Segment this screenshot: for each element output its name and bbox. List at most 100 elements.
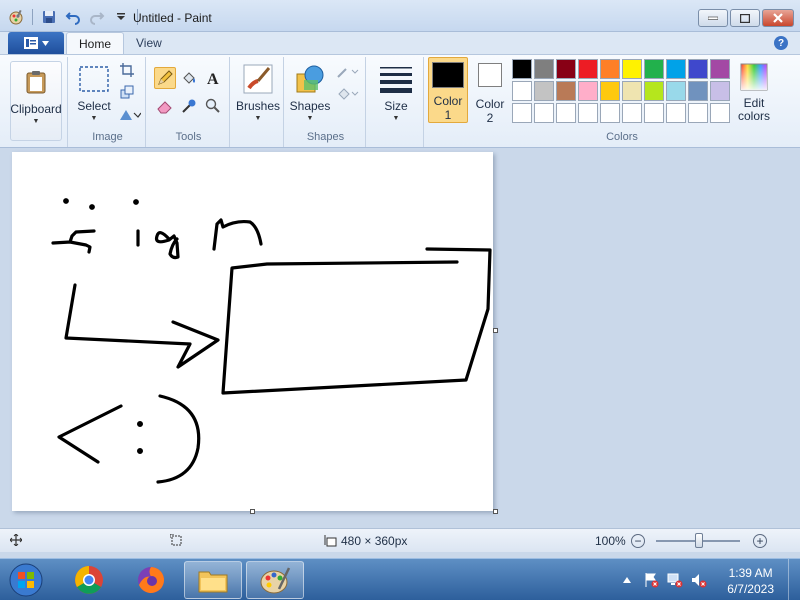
file-menu-button[interactable] (8, 32, 64, 54)
outline-icon[interactable] (334, 61, 362, 83)
zoom-slider-thumb[interactable] (695, 533, 703, 548)
clipboard-icon (20, 66, 52, 98)
action-center-icon[interactable] (642, 571, 660, 589)
taskbar-paint[interactable] (246, 561, 304, 599)
tab-view[interactable]: View (124, 32, 174, 54)
cursor-position-icon (10, 534, 22, 546)
rotate-icon[interactable] (116, 103, 144, 125)
paint-app-icon[interactable] (6, 7, 26, 27)
palette-swatch[interactable] (578, 103, 598, 123)
image-group-label: Image (92, 131, 123, 143)
resize-icon[interactable] (116, 81, 138, 103)
shapes-icon (294, 63, 326, 95)
palette-swatch[interactable] (622, 81, 642, 101)
palette-swatch[interactable] (578, 59, 598, 79)
drawn-letter-n (212, 218, 263, 251)
palette-swatch[interactable] (600, 81, 620, 101)
tab-home[interactable]: Home (66, 32, 125, 54)
save-icon[interactable] (39, 7, 59, 27)
palette-swatch[interactable] (534, 81, 554, 101)
palette-swatch[interactable] (600, 103, 620, 123)
image-size-icon (324, 535, 337, 547)
palette-swatch[interactable] (688, 103, 708, 123)
show-desktop-button[interactable] (788, 559, 800, 600)
show-hidden-icons[interactable] (618, 571, 636, 589)
palette-swatch[interactable] (666, 103, 686, 123)
fill-icon[interactable] (178, 67, 200, 89)
palette-swatch[interactable] (512, 81, 532, 101)
pencil-icon[interactable] (154, 67, 176, 89)
chevron-down-icon: ▼ (306, 115, 314, 122)
size-button[interactable]: Size ▼ (374, 63, 418, 122)
color1-button[interactable]: Color 1 (428, 57, 468, 123)
palette-swatch[interactable] (556, 103, 576, 123)
customize-qat-icon[interactable] (111, 7, 131, 27)
paint-palette-icon (260, 567, 291, 594)
eraser-icon[interactable] (154, 95, 176, 117)
color2-button[interactable]: Color 2 (470, 63, 510, 125)
palette-swatch[interactable] (644, 59, 664, 79)
clock-time: 1:39 AM (728, 566, 773, 580)
window-controls (698, 9, 794, 27)
select-icon (78, 63, 110, 95)
canvas-resize-handle-right[interactable] (493, 328, 498, 333)
palette-swatch[interactable] (578, 81, 598, 101)
magnifier-icon[interactable] (202, 95, 224, 117)
palette-swatch[interactable] (534, 59, 554, 79)
palette-swatch[interactable] (622, 103, 642, 123)
undo-icon[interactable] (63, 7, 83, 27)
brushes-button[interactable]: Brushes ▼ (236, 63, 280, 122)
palette-swatch[interactable] (556, 81, 576, 101)
palette-swatch[interactable] (644, 81, 664, 101)
zoom-in-button[interactable]: + (753, 534, 767, 548)
maximize-button[interactable] (730, 9, 760, 27)
palette-swatch[interactable] (600, 59, 620, 79)
color-picker-icon[interactable] (178, 95, 200, 117)
clipboard-group: Clipboard ▼ (4, 57, 68, 147)
network-icon[interactable] (666, 571, 684, 589)
text-icon[interactable]: A (202, 67, 224, 89)
start-button[interactable] (0, 561, 52, 599)
close-button[interactable] (762, 9, 794, 27)
volume-icon[interactable] (690, 571, 708, 589)
edit-colors-button[interactable]: Edit colors (734, 61, 774, 123)
taskbar-chrome[interactable] (60, 561, 118, 599)
select-label: Select (77, 99, 111, 113)
system-clock[interactable]: 1:39 AM 6/7/2023 (727, 565, 774, 597)
ribbon: Clipboard ▼ Select ▼ Image A Tools Brush… (0, 54, 800, 148)
clipboard-button[interactable]: Clipboard ▼ (10, 61, 62, 141)
status-bar: 480 × 360px 100% − + (0, 528, 800, 552)
palette-swatch[interactable] (644, 103, 664, 123)
title-bar: Untitled - Paint (0, 0, 800, 32)
palette-swatch[interactable] (622, 59, 642, 79)
windows-orb-icon (9, 563, 43, 597)
minimize-button[interactable] (698, 9, 728, 27)
firefox-icon (138, 567, 164, 593)
fill-shape-icon[interactable] (334, 83, 362, 105)
zoom-out-button[interactable]: − (631, 534, 645, 548)
drawing-canvas[interactable] (12, 152, 493, 511)
drawn-rectangle (221, 247, 492, 395)
canvas-resize-handle-bottom[interactable] (250, 509, 255, 514)
palette-swatch[interactable] (666, 81, 686, 101)
canvas-resize-handle-corner[interactable] (493, 509, 498, 514)
palette-swatch[interactable] (710, 103, 730, 123)
taskbar-firefox[interactable] (122, 561, 180, 599)
palette-swatch[interactable] (710, 59, 730, 79)
palette-swatch[interactable] (666, 59, 686, 79)
help-icon[interactable]: ? (774, 36, 788, 50)
select-button[interactable]: Select ▼ (74, 63, 114, 122)
palette-swatch[interactable] (556, 59, 576, 79)
crop-icon[interactable] (116, 59, 138, 81)
redo-icon[interactable] (87, 7, 107, 27)
palette-swatch[interactable] (710, 81, 730, 101)
chevron-down-icon (41, 40, 49, 46)
palette-swatch[interactable] (688, 81, 708, 101)
taskbar-file-explorer[interactable] (184, 561, 242, 599)
palette-swatch[interactable] (512, 103, 532, 123)
palette-swatch[interactable] (512, 59, 532, 79)
shapes-button[interactable]: Shapes ▼ (288, 63, 332, 122)
minimize-icon (708, 16, 718, 20)
palette-swatch[interactable] (534, 103, 554, 123)
palette-swatch[interactable] (688, 59, 708, 79)
